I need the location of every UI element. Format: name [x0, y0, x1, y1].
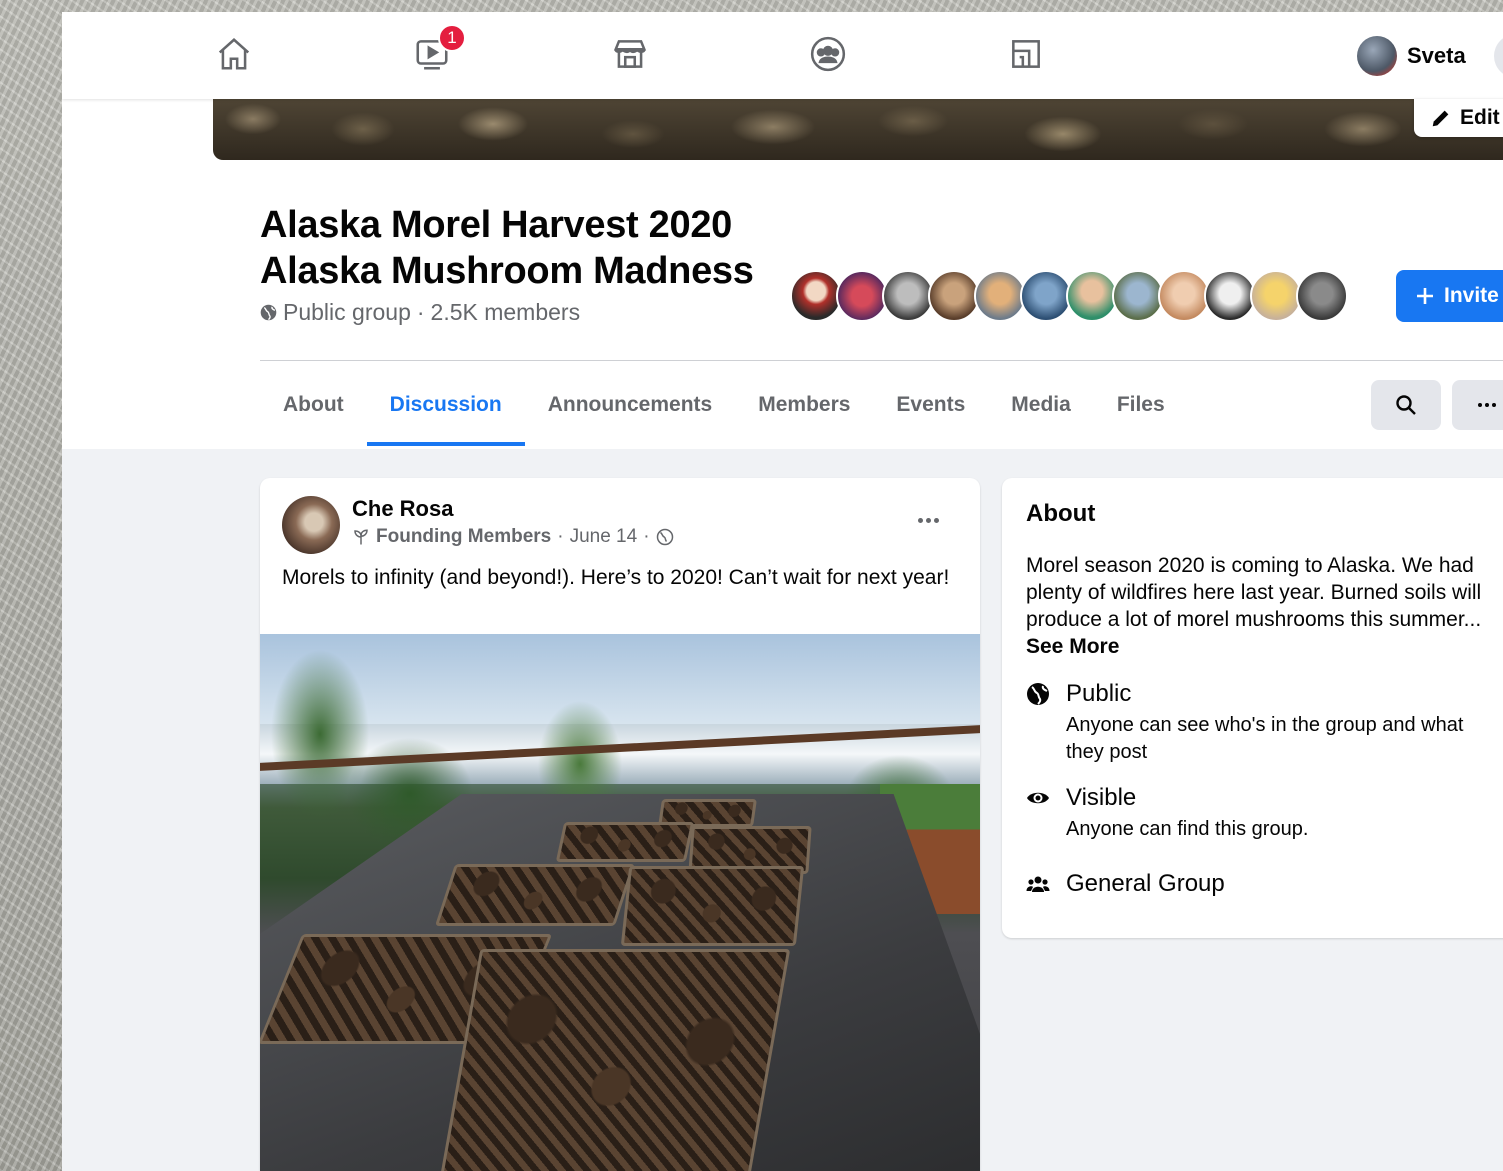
about-type-row: General Group [1026, 870, 1496, 906]
globe-icon [656, 528, 673, 546]
people-icon [1026, 872, 1050, 896]
member-avatar[interactable] [1250, 270, 1302, 322]
member-avatar[interactable] [1112, 270, 1164, 322]
header-divider [260, 360, 1503, 361]
group-type-label: General Group [1066, 870, 1225, 897]
search-group-button[interactable] [1371, 380, 1441, 430]
marketplace-nav-button[interactable] [610, 34, 650, 74]
post-more-button[interactable] [912, 508, 944, 532]
group-meta: Public group · 2.5K members [260, 299, 580, 326]
menu-button[interactable] [1494, 34, 1503, 78]
sprout-icon [354, 529, 368, 545]
visible-description: Anyone can find this group. [1066, 818, 1309, 840]
member-avatar[interactable] [1066, 270, 1118, 322]
gaming-icon [1012, 40, 1040, 68]
about-card: About Morel season 2020 is coming to Ala… [1002, 478, 1503, 938]
about-title: About [1026, 500, 1096, 527]
member-count[interactable]: 2.5K members [431, 299, 581, 326]
home-nav-button[interactable] [214, 34, 254, 74]
member-avatar[interactable] [1158, 270, 1210, 322]
about-public-row: Public Anyone can see who's in the group… [1026, 680, 1496, 770]
member-avatar[interactable] [928, 270, 980, 322]
photo-tray [620, 866, 805, 946]
edit-label: Edit [1460, 106, 1500, 129]
post-photo[interactable] [260, 634, 980, 1171]
visible-label: Visible [1066, 784, 1137, 811]
groups-icon [810, 36, 846, 72]
member-role[interactable]: Founding Members [376, 526, 551, 548]
edit-cover-button[interactable]: Edit [1414, 99, 1503, 137]
member-avatar[interactable] [790, 270, 842, 322]
invite-label: Invite [1444, 284, 1499, 307]
tab-members[interactable]: Members [735, 380, 873, 446]
member-avatar[interactable] [1296, 270, 1348, 322]
store-icon [613, 40, 647, 68]
post-author[interactable]: Che Rosa [352, 496, 453, 522]
watch-nav-button[interactable]: 1 [412, 24, 466, 74]
group-tabs: About Discussion Announcements Members E… [260, 380, 1188, 446]
title-line-2: Alaska Mushroom Madness [260, 250, 754, 292]
dot-icon [917, 517, 923, 523]
member-avatar[interactable] [882, 270, 934, 322]
author-avatar[interactable] [282, 496, 340, 554]
about-description-text: Morel season 2020 is coming to Alaska. W… [1026, 554, 1482, 631]
post-card: Che Rosa Founding Members · June 14 · Mo… [260, 478, 980, 1171]
member-avatar[interactable] [836, 270, 888, 322]
dot-icon [925, 517, 931, 523]
globe-icon [260, 304, 277, 321]
cover-photo [213, 99, 1503, 160]
home-icon [218, 38, 250, 70]
avatar [1357, 36, 1397, 76]
public-label: Public [1066, 680, 1132, 707]
tab-discussion[interactable]: Discussion [366, 380, 525, 446]
invite-button[interactable]: Invite [1396, 270, 1503, 322]
search-icon [1396, 395, 1416, 415]
see-more-link[interactable]: See More [1026, 635, 1119, 658]
pencil-icon [1432, 110, 1449, 127]
gaming-nav-button[interactable] [1006, 34, 1046, 74]
more-dots-icon [1478, 403, 1496, 407]
browser-window: 1 Sveta Edit Alaska Morel Harvest 2020 A… [62, 12, 1503, 1171]
post-subtitle: Founding Members · June 14 · [352, 526, 674, 548]
top-navigation-bar: 1 Sveta [62, 12, 1503, 99]
tab-events[interactable]: Events [873, 380, 988, 446]
plus-icon [1417, 288, 1433, 304]
member-avatars[interactable] [790, 270, 1348, 322]
notification-badge: 1 [438, 24, 466, 52]
profile-button[interactable]: Sveta [1357, 36, 1466, 76]
tab-announcements[interactable]: Announcements [525, 380, 736, 446]
eye-icon [1026, 786, 1050, 810]
photo-tray [555, 822, 695, 862]
public-description: Anyone can see who's in the group and wh… [1066, 714, 1464, 763]
meta-separator: · [416, 299, 425, 325]
title-line-1: Alaska Morel Harvest 2020 [260, 204, 733, 246]
globe-icon [1026, 682, 1050, 706]
profile-name: Sveta [1407, 43, 1466, 68]
privacy-label: Public group [283, 299, 411, 325]
post-separator: · [557, 526, 564, 547]
tab-media[interactable]: Media [988, 380, 1094, 446]
post-date[interactable]: June 14 [570, 526, 638, 548]
about-visible-row: Visible Anyone can find this group. [1026, 784, 1496, 844]
tab-about[interactable]: About [260, 380, 367, 446]
photo-tray [439, 949, 791, 1171]
photo-tray [434, 864, 636, 926]
more-options-button[interactable] [1452, 380, 1503, 430]
member-avatar[interactable] [1020, 270, 1072, 322]
tab-files[interactable]: Files [1094, 380, 1188, 446]
member-avatar[interactable] [974, 270, 1026, 322]
dot-icon [933, 517, 939, 523]
about-description: Morel season 2020 is coming to Alaska. W… [1026, 552, 1496, 660]
page-title: Alaska Morel Harvest 2020 Alaska Mushroo… [260, 202, 754, 294]
member-avatar[interactable] [1204, 270, 1256, 322]
post-separator: · [643, 526, 650, 547]
post-text: Morels to infinity (and beyond!). Here’s… [282, 566, 950, 589]
groups-nav-button[interactable] [808, 34, 848, 74]
